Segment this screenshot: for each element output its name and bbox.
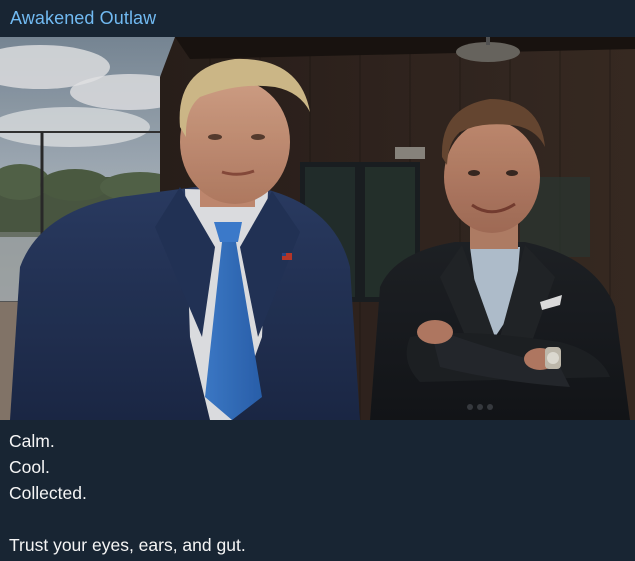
channel-name-link[interactable]: Awakened Outlaw bbox=[10, 8, 156, 29]
caption-line: Cool. bbox=[9, 457, 50, 477]
photo-illustration bbox=[0, 37, 635, 420]
post-photo[interactable] bbox=[0, 37, 635, 420]
post-caption: Calm. Cool. Collected. Trust your eyes, … bbox=[9, 428, 624, 558]
post-header: Awakened Outlaw bbox=[0, 0, 635, 37]
caption-line bbox=[9, 506, 624, 532]
caption-line: Collected. bbox=[9, 483, 87, 503]
caption-line: Trust your eyes, ears, and gut. bbox=[9, 535, 246, 555]
channel-post: Awakened Outlaw Calm. Cool. Collected. T… bbox=[0, 0, 635, 561]
caption-line: Calm. bbox=[9, 431, 55, 451]
